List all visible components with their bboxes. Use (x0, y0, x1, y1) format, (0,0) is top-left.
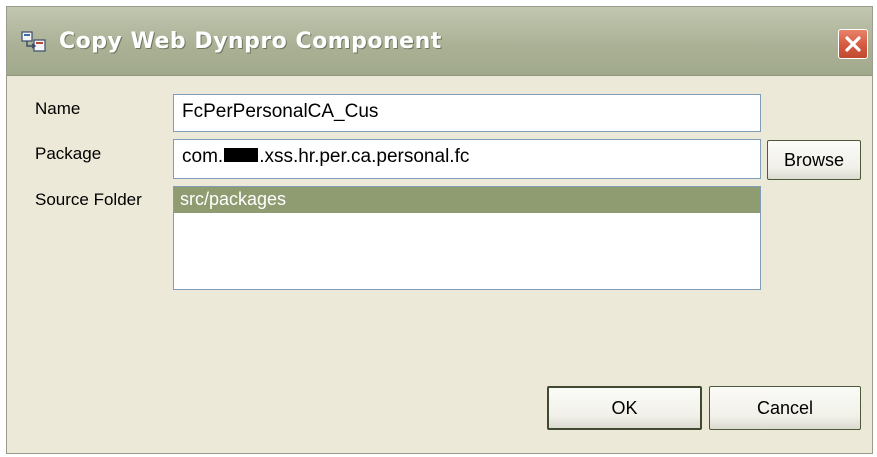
component-icon (21, 30, 47, 54)
package-input[interactable]: com. .xss.hr.per.ca.personal.fc (173, 139, 761, 179)
title-bar[interactable]: Copy Web Dynpro Component (7, 7, 872, 76)
name-label: Name (35, 99, 81, 118)
close-button[interactable] (838, 29, 868, 59)
ok-button[interactable]: OK (547, 386, 702, 430)
copy-component-dialog: Copy Web Dynpro Component Name FcPerPers… (6, 6, 873, 454)
source-folder-item-label: src/packages (180, 189, 287, 209)
cancel-button[interactable]: Cancel (709, 386, 861, 430)
browse-button[interactable]: Browse (767, 140, 861, 180)
package-suffix: .xss.hr.per.ca.personal.fc (259, 146, 470, 167)
name-input[interactable]: FcPerPersonalCA_Cus (173, 94, 761, 132)
close-icon (845, 36, 861, 52)
source-folder-label: Source Folder (35, 190, 142, 209)
browse-button-label: Browse (783, 149, 845, 170)
package-label: Package (35, 144, 102, 163)
source-folder-item[interactable]: src/packages (174, 187, 760, 213)
name-input-value: FcPerPersonalCA_Cus (182, 101, 379, 122)
redaction-block (224, 147, 259, 162)
source-folder-list[interactable]: src/packages (173, 186, 761, 290)
ok-button-label: OK (611, 397, 638, 418)
package-prefix: com. (182, 146, 224, 167)
cancel-button-label: Cancel (756, 397, 814, 418)
dialog-title: Copy Web Dynpro Component (59, 29, 442, 54)
